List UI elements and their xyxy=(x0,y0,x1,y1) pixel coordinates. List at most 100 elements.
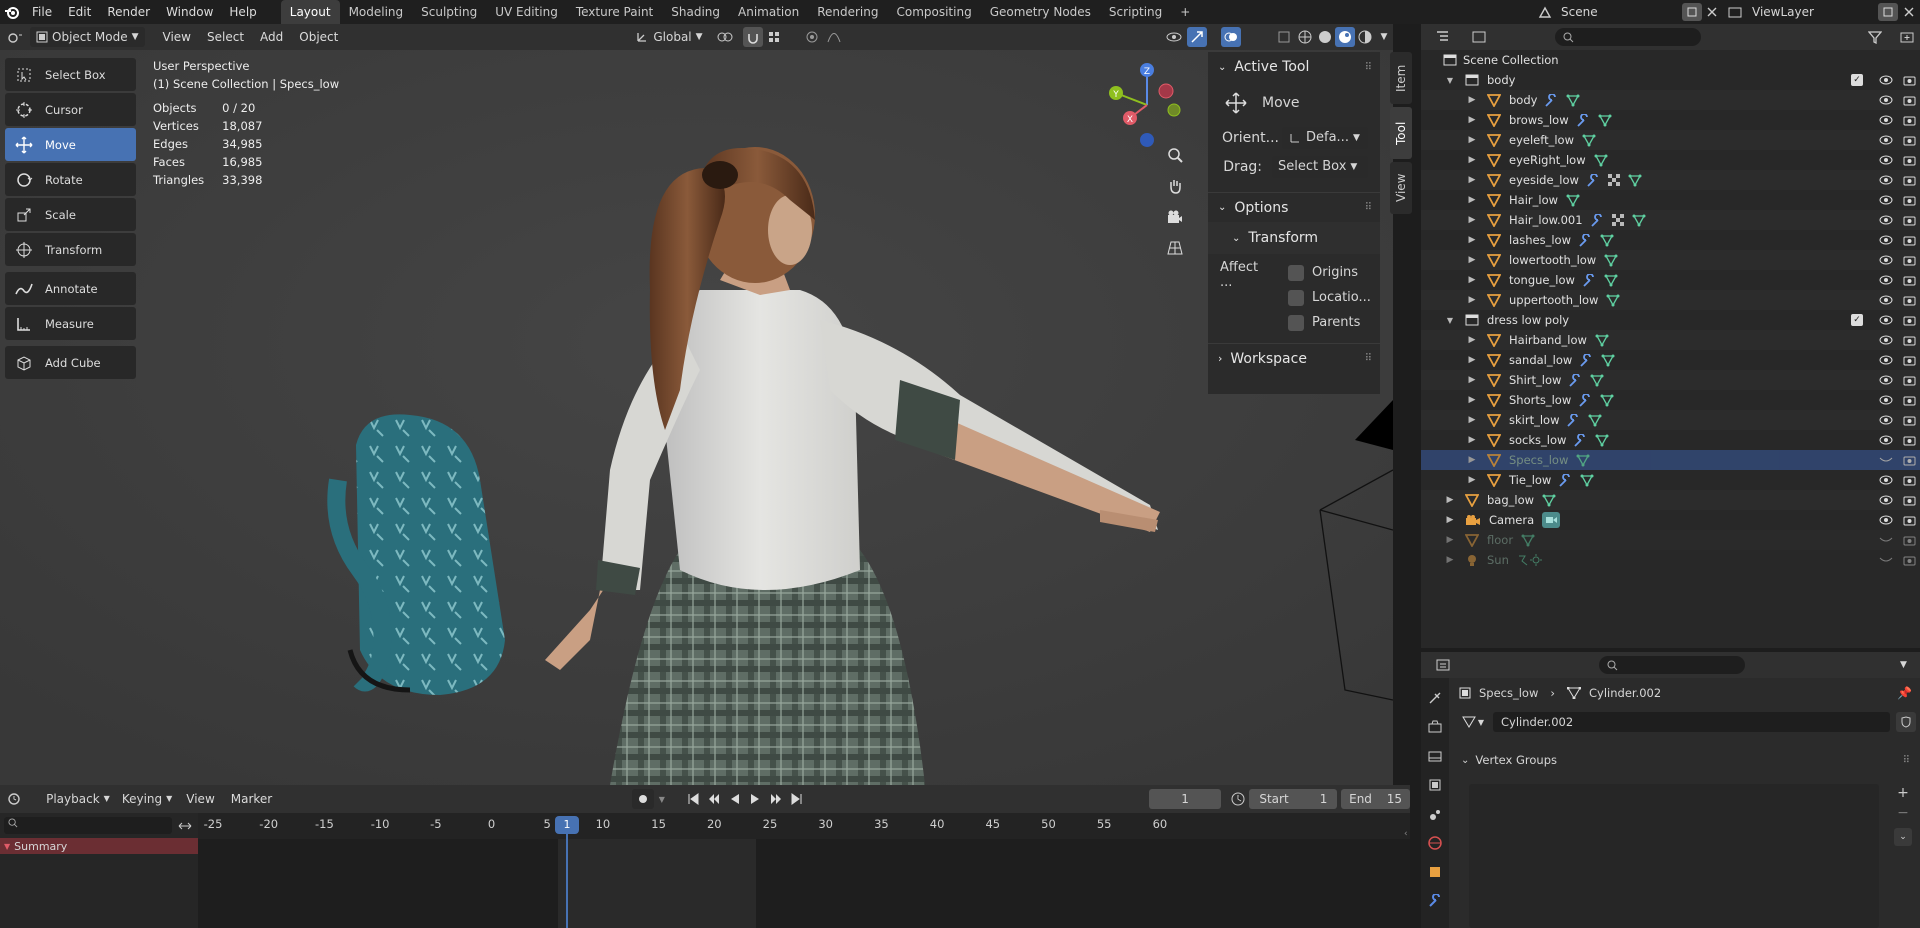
eye-icon[interactable] xyxy=(1879,115,1893,125)
render-camera-icon[interactable] xyxy=(1903,155,1916,166)
eye-icon[interactable] xyxy=(1879,395,1893,405)
transform-subpanel-header[interactable]: ⌄ Transform xyxy=(1208,222,1380,254)
vertex-group-specials-button[interactable]: ⌄ xyxy=(1894,828,1912,846)
material-checker-icon[interactable] xyxy=(1611,214,1624,226)
keying-menu[interactable]: Keying ▼ xyxy=(116,789,178,809)
outliner-row[interactable]: ▶ eyeside_low xyxy=(1421,170,1920,190)
menu-render[interactable]: Render xyxy=(99,0,158,24)
render-properties-icon[interactable] xyxy=(1424,717,1446,737)
snap-toggle-icon[interactable] xyxy=(742,27,763,47)
eye-icon[interactable] xyxy=(1879,195,1893,205)
chevron-down-icon[interactable]: ▼ xyxy=(1375,32,1393,42)
new-scene-icon[interactable] xyxy=(1682,3,1702,21)
end-frame-field[interactable]: End 15 xyxy=(1341,789,1410,809)
affect-option-2[interactable]: Parents xyxy=(1288,310,1371,335)
overlays-toggle-icon[interactable] xyxy=(1221,27,1241,47)
pin-icon[interactable]: 📌 xyxy=(1897,686,1912,700)
mesh-data-icon[interactable] xyxy=(1580,474,1594,487)
chevron-right-icon[interactable]: ▶ xyxy=(1465,215,1479,225)
tab-tool[interactable]: Tool xyxy=(1390,107,1412,159)
playback-menu[interactable]: Playback ▼ xyxy=(40,789,116,809)
chevron-right-icon[interactable]: ▶ xyxy=(1465,135,1479,145)
outliner-row[interactable]: ▶ Shirt_low xyxy=(1421,370,1920,390)
chevron-right-icon[interactable]: ▶ xyxy=(1465,275,1479,285)
swap-arrows-icon[interactable] xyxy=(176,817,194,834)
tab-view[interactable]: View xyxy=(1390,162,1412,214)
jump-to-end-icon[interactable] xyxy=(787,793,808,805)
playhead[interactable]: 1 xyxy=(555,816,579,834)
tab-texture-paint[interactable]: Texture Paint xyxy=(567,0,662,24)
eye-icon[interactable] xyxy=(1879,495,1893,505)
scene-properties-icon[interactable] xyxy=(1424,804,1446,824)
modifier-wrench-icon[interactable] xyxy=(1579,393,1592,407)
orientation-dropdown[interactable]: Defa... ▼ xyxy=(1282,127,1368,149)
outliner-search-field[interactable] xyxy=(1555,28,1701,46)
scene-name[interactable]: Scene xyxy=(1557,5,1682,19)
render-camera-icon[interactable] xyxy=(1903,475,1916,486)
mesh-data-icon[interactable] xyxy=(1595,434,1609,447)
output-properties-icon[interactable] xyxy=(1424,746,1446,766)
mesh-data-icon[interactable] xyxy=(1576,454,1590,467)
delete-scene-icon[interactable] xyxy=(1702,7,1722,17)
render-camera-icon[interactable] xyxy=(1903,455,1916,466)
chevron-right-icon[interactable]: ▶ xyxy=(1465,335,1479,345)
chevron-right-icon[interactable]: ▶ xyxy=(1465,475,1479,485)
eye-icon[interactable] xyxy=(1879,255,1893,265)
eye-icon[interactable] xyxy=(1879,475,1893,485)
render-camera-icon[interactable] xyxy=(1903,355,1916,366)
add-vertex-group-button[interactable]: + xyxy=(1894,784,1912,802)
render-camera-icon[interactable] xyxy=(1903,195,1916,206)
eye-icon[interactable] xyxy=(1879,75,1893,85)
timeline-menu-view[interactable]: View xyxy=(178,787,222,811)
mesh-data-icon[interactable] xyxy=(1600,394,1614,407)
remove-vertex-group-button[interactable]: − xyxy=(1894,804,1912,822)
checkbox[interactable] xyxy=(1288,314,1304,331)
outliner-row[interactable]: ▼ body ✓ xyxy=(1421,70,1920,90)
tool-scale[interactable]: Scale xyxy=(5,198,136,231)
eye-icon[interactable] xyxy=(1879,95,1893,105)
eye-icon[interactable] xyxy=(1879,315,1893,325)
mesh-data-icon[interactable] xyxy=(1566,94,1580,107)
render-camera-icon[interactable] xyxy=(1903,175,1916,186)
outliner-row[interactable]: ▶ Hairband_low xyxy=(1421,330,1920,350)
material-shading-icon[interactable] xyxy=(1335,27,1355,47)
jump-to-keyframe-prev-icon[interactable] xyxy=(703,793,724,805)
mesh-data-icon[interactable] xyxy=(1566,194,1580,207)
tool-settings-icon[interactable] xyxy=(1424,688,1446,708)
menu-help[interactable]: Help xyxy=(221,0,264,24)
tab-scripting[interactable]: Scripting xyxy=(1100,0,1171,24)
mesh-data-icon[interactable] xyxy=(1601,354,1615,367)
eye-icon[interactable] xyxy=(1879,515,1893,525)
options-panel-header[interactable]: ⌄ Options ⠿ xyxy=(1208,192,1380,222)
timeline-menu-marker[interactable]: Marker xyxy=(223,787,280,811)
outliner-editor-type-icon[interactable] xyxy=(1429,31,1459,43)
tab-geometry-nodes[interactable]: Geometry Nodes xyxy=(981,0,1100,24)
jump-to-start-icon[interactable] xyxy=(683,793,704,805)
outliner-row[interactable]: ▶ eyeRight_low xyxy=(1421,150,1920,170)
filter-icon[interactable] xyxy=(1862,30,1888,44)
eye-icon[interactable] xyxy=(1879,335,1893,345)
tool-select-box[interactable]: Select Box xyxy=(5,58,136,91)
rendered-shading-icon[interactable] xyxy=(1355,30,1375,44)
zoom-icon[interactable] xyxy=(1162,142,1188,168)
scene-icon[interactable] xyxy=(1533,5,1557,19)
collection-exclude-checkbox[interactable]: ✓ xyxy=(1851,74,1863,86)
modifier-wrench-icon[interactable] xyxy=(1567,413,1580,427)
outliner-row[interactable]: ▶ body xyxy=(1421,90,1920,110)
chevron-down-icon[interactable]: ▼ xyxy=(1443,76,1457,85)
chevron-right-icon[interactable]: ▶ xyxy=(1465,195,1479,205)
world-properties-icon[interactable] xyxy=(1424,833,1446,853)
collection-exclude-checkbox[interactable]: ✓ xyxy=(1851,314,1863,326)
tool-add-cube[interactable]: Add Cube xyxy=(5,346,136,379)
eye-icon[interactable] xyxy=(1879,375,1893,385)
outliner-row[interactable]: ▶ floor xyxy=(1421,530,1920,550)
tab-shading[interactable]: Shading xyxy=(662,0,729,24)
eye-closed-icon[interactable] xyxy=(1879,455,1893,465)
render-camera-icon[interactable] xyxy=(1903,255,1916,266)
outliner-row[interactable]: ▶ Hair_low.001 xyxy=(1421,210,1920,230)
menu-edit[interactable]: Edit xyxy=(60,0,99,24)
outliner-row-scene-collection[interactable]: Scene Collection xyxy=(1421,50,1920,70)
pivot-point-icon[interactable] xyxy=(709,31,743,43)
modifier-properties-icon[interactable] xyxy=(1424,891,1446,911)
timeline-frames-region[interactable]: -25 -20 -15 -10 -5 0 5 10 15 20 25 30 35 40 45 50 55 60 1 xyxy=(198,813,1410,928)
